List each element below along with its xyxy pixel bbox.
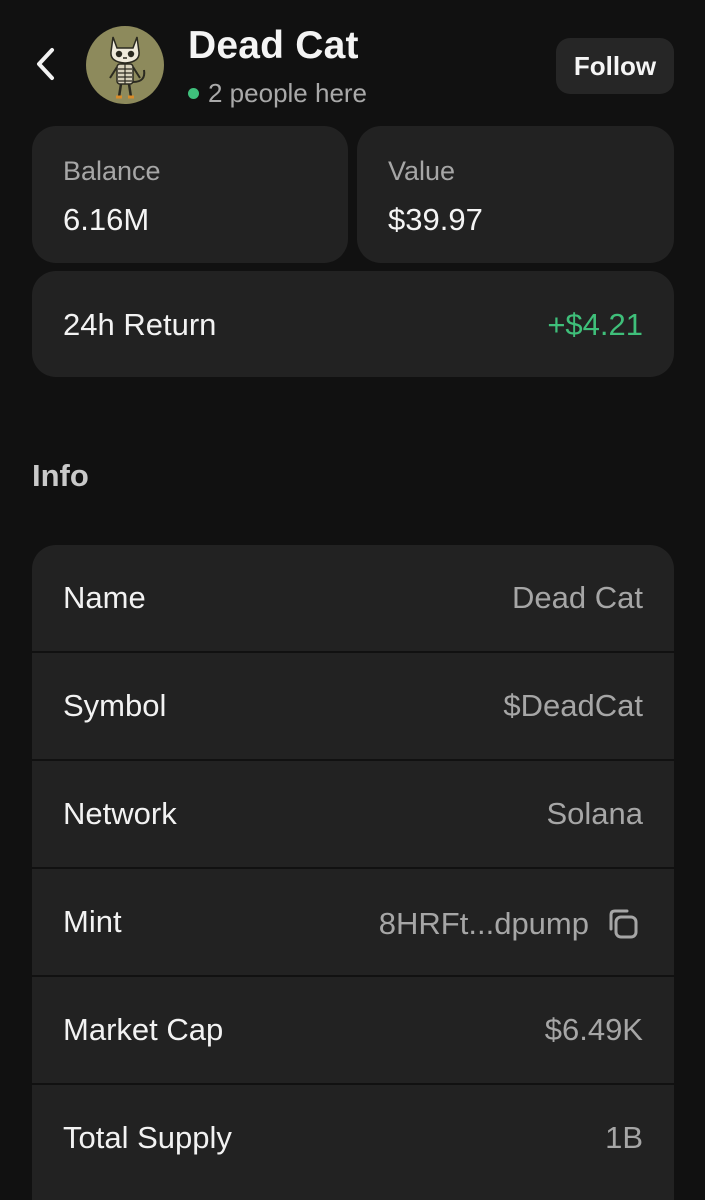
info-value-text: 1B: [605, 1120, 643, 1155]
info-row-market-cap: Market Cap $6.49K: [32, 977, 674, 1085]
info-value-text: $DeadCat: [503, 688, 643, 723]
balance-card: Balance 6.16M: [32, 126, 348, 263]
return-value: +$4.21: [547, 307, 643, 342]
header: Dead Cat 2 people here Follow: [0, 0, 705, 118]
info-row-name: Name Dead Cat: [32, 545, 674, 653]
info-value: $DeadCat: [503, 688, 643, 724]
info-row-total-supply: Total Supply 1B: [32, 1085, 674, 1193]
info-value: 8HRFt...dpump: [379, 904, 643, 944]
info-value-text: Solana: [546, 796, 643, 831]
avatar: [86, 26, 164, 104]
info-value-text: $6.49K: [544, 1012, 643, 1047]
info-row-mint[interactable]: Mint 8HRFt...dpump: [32, 869, 674, 977]
info-key: Mint: [63, 904, 122, 939]
info-key: Network: [63, 796, 177, 831]
info-key: Total Supply: [63, 1120, 232, 1155]
value-label: Value: [388, 156, 456, 186]
info-value: $6.49K: [545, 1012, 643, 1048]
info-row-symbol: Symbol $DeadCat: [32, 653, 674, 761]
online-dot-icon: [188, 88, 199, 99]
value-amount: $39.97: [388, 202, 483, 237]
return-card: 24h Return +$4.21: [32, 271, 674, 377]
info-list: Name Dead Cat Symbol $DeadCat Network So…: [32, 545, 674, 1200]
balance-value: 6.16M: [63, 202, 150, 237]
page-title: Dead Cat: [188, 24, 359, 67]
info-key: Name: [63, 580, 146, 615]
balance-label: Balance: [63, 156, 161, 186]
follow-button[interactable]: Follow: [556, 38, 674, 94]
mint-address[interactable]: 8HRFt...dpump: [379, 906, 589, 942]
value-card: Value $39.97: [357, 126, 674, 263]
info-value: Dead Cat: [512, 580, 643, 616]
info-value: 1B: [605, 1120, 643, 1156]
info-value: Solana: [546, 796, 643, 832]
info-key: Market Cap: [63, 1012, 224, 1047]
return-label: 24h Return: [63, 307, 217, 342]
back-button[interactable]: [22, 40, 70, 92]
chevron-left-icon: [33, 46, 59, 87]
info-key: Symbol: [63, 688, 167, 723]
token-detail-screen: Dead Cat 2 people here Follow Balance 6.…: [0, 0, 705, 1200]
presence-text: 2 people here: [208, 78, 368, 108]
info-value-text: Dead Cat: [512, 580, 643, 615]
copy-icon[interactable]: [603, 904, 643, 944]
info-section-title: Info: [32, 458, 89, 493]
info-row-network: Network Solana: [32, 761, 674, 869]
presence-indicator: 2 people here: [188, 78, 367, 109]
skeleton-cat-icon: [109, 36, 146, 99]
